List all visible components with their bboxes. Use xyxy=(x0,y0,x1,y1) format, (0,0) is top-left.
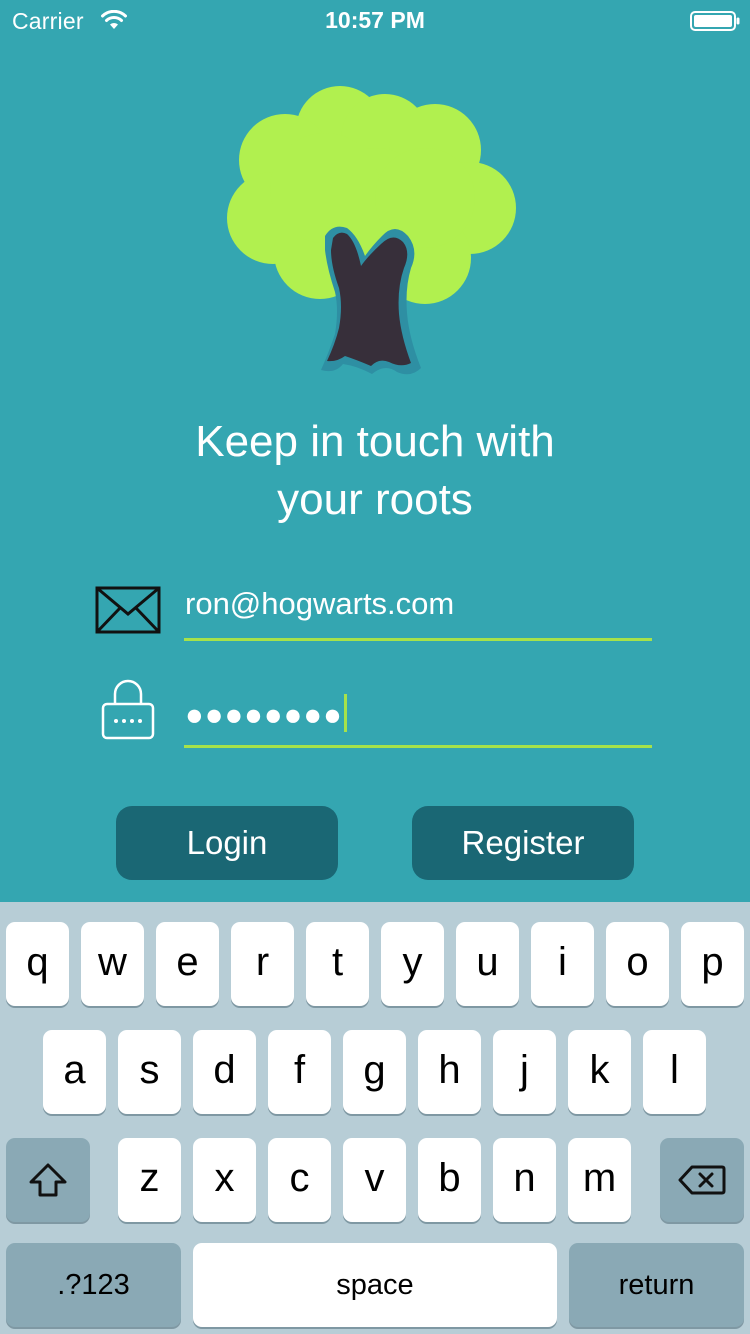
login-screen: Carrier 10:57 PM Keep in touch with your… xyxy=(0,0,750,902)
tagline-line-1: Keep in touch with xyxy=(195,417,555,466)
key-w[interactable]: w xyxy=(81,922,144,1006)
key-d[interactable]: d xyxy=(193,1030,256,1114)
shift-key[interactable] xyxy=(6,1138,90,1222)
key-i[interactable]: i xyxy=(531,922,594,1006)
key-g[interactable]: g xyxy=(343,1030,406,1114)
key-r[interactable]: r xyxy=(231,922,294,1006)
key-q[interactable]: q xyxy=(6,922,69,1006)
key-a[interactable]: a xyxy=(43,1030,106,1114)
key-o[interactable]: o xyxy=(606,922,669,1006)
register-button[interactable]: Register xyxy=(412,806,634,880)
text-caret xyxy=(343,694,347,732)
battery-icon xyxy=(690,11,740,31)
delete-key[interactable] xyxy=(660,1138,744,1222)
key-x[interactable]: x xyxy=(193,1138,256,1222)
backspace-icon xyxy=(678,1165,726,1195)
lock-icon xyxy=(101,679,155,740)
key-z[interactable]: z xyxy=(118,1138,181,1222)
status-bar: Carrier 10:57 PM xyxy=(0,0,750,40)
key-y[interactable]: y xyxy=(381,922,444,1006)
email-value: ron@hogwarts.com xyxy=(185,586,455,621)
password-value: ●●●●●●●● xyxy=(185,694,347,733)
key-k[interactable]: k xyxy=(568,1030,631,1114)
password-dots: ●●●●●●●● xyxy=(185,697,343,732)
key-c[interactable]: c xyxy=(268,1138,331,1222)
key-n[interactable]: n xyxy=(493,1138,556,1222)
key-b[interactable]: b xyxy=(418,1138,481,1222)
key-m[interactable]: m xyxy=(568,1138,631,1222)
key-h[interactable]: h xyxy=(418,1030,481,1114)
envelope-icon xyxy=(95,586,161,634)
password-field[interactable]: ●●●●●●●● xyxy=(184,694,652,748)
email-field[interactable]: ron@hogwarts.com xyxy=(184,586,652,641)
status-time: 10:57 PM xyxy=(325,7,425,33)
keyboard: q w e r t y u i o p a s d f g h j k l z … xyxy=(0,902,750,1334)
tree-icon xyxy=(227,86,516,375)
key-s[interactable]: s xyxy=(118,1030,181,1114)
numbers-key[interactable]: .?123 xyxy=(6,1243,181,1327)
key-u[interactable]: u xyxy=(456,922,519,1006)
key-t[interactable]: t xyxy=(306,922,369,1006)
login-button[interactable]: Login xyxy=(116,806,338,880)
key-f[interactable]: f xyxy=(268,1030,331,1114)
tagline: Keep in touch with your roots xyxy=(0,413,750,529)
key-l[interactable]: l xyxy=(643,1030,706,1114)
shift-icon xyxy=(29,1163,67,1197)
return-key[interactable]: return xyxy=(569,1243,744,1327)
tagline-line-2: your roots xyxy=(277,475,473,524)
key-p[interactable]: p xyxy=(681,922,744,1006)
key-v[interactable]: v xyxy=(343,1138,406,1222)
space-key[interactable]: space xyxy=(193,1243,557,1327)
key-e[interactable]: e xyxy=(156,922,219,1006)
key-j[interactable]: j xyxy=(493,1030,556,1114)
